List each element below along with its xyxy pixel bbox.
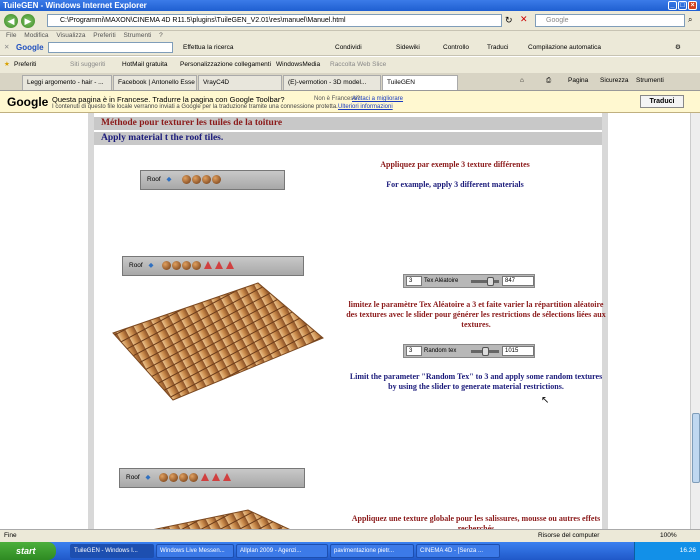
system-tray: 16.26	[634, 542, 700, 560]
tex-slider-knob[interactable]	[487, 277, 494, 286]
tex-count-field[interactable]: 3	[406, 276, 422, 286]
search-button[interactable]: Effettua la ricerca	[183, 40, 233, 56]
menu-file[interactable]: File	[6, 32, 16, 39]
menu-strumenti[interactable]: Strumenti	[124, 32, 152, 39]
task-allplan[interactable]: Allplan 2009 - Agenzi...	[236, 544, 328, 558]
check-button[interactable]: Controllo	[443, 40, 469, 56]
google-toolbar: ✕ Google Effettua la ricerca Condividi S…	[0, 40, 700, 56]
star-icon[interactable]: ★	[4, 57, 10, 73]
status-bar: Fine Risorse del computer 100%	[0, 529, 700, 542]
refresh-icon[interactable]: ↻	[505, 15, 513, 26]
left-frame	[88, 113, 94, 529]
menu-modifica[interactable]: Modifica	[24, 32, 48, 39]
menu-help[interactable]: ?	[159, 32, 163, 39]
home-icon[interactable]: ⌂	[520, 77, 524, 84]
title-bar: TuileGEN - Windows Internet Explorer _ □…	[0, 0, 700, 11]
menu-preferiti[interactable]: Preferiti	[93, 32, 115, 39]
address-url: C:\Programmi\MAXON\CINEMA 4D R11.5\plugi…	[60, 17, 346, 24]
task-pavimentazione[interactable]: pavimentazione pietr...	[330, 544, 414, 558]
zoom-level[interactable]: 100%	[660, 530, 677, 542]
fav-hotmail[interactable]: HotMail gratuita	[122, 57, 168, 73]
fav-windowsmedia[interactable]: WindowsMedia	[276, 57, 320, 73]
fav-webslice[interactable]: Raccolta Web Slice	[330, 57, 386, 73]
translate-button[interactable]: Traduci	[640, 95, 684, 108]
heading-english: Apply material t the roof tiles.	[94, 132, 602, 145]
window-title: TuileGEN - Windows Internet Explorer	[3, 1, 147, 10]
task-tuilegen[interactable]: TuileGEN - Windows I...	[70, 544, 154, 558]
task-messenger[interactable]: Windows Live Messen...	[156, 544, 234, 558]
close-icon[interactable]: ×	[688, 1, 697, 10]
tab-bar: Leggi argomento - hair - ... Facebook | …	[0, 73, 700, 91]
sidewiki-button[interactable]: Sidewiki	[396, 40, 420, 56]
back-icon[interactable]: ◀	[4, 14, 18, 28]
google-logo-translate: Google	[7, 95, 49, 109]
page-content: Méthode pour texturer les tuiles de la t…	[0, 113, 690, 529]
fav-suggested[interactable]: Siti suggeriti	[70, 57, 105, 73]
favorites-bar: ★ Preferiti Siti suggeriti HotMail gratu…	[0, 57, 700, 73]
tab-evermotion[interactable]: (E)-vermotion - 3D model...	[283, 75, 381, 90]
random-tex-label: Random tex	[424, 348, 457, 354]
translate-question: Questa pagina è in Francese. Tradurre la…	[52, 95, 285, 104]
tex-slider-track[interactable]	[471, 280, 499, 283]
page-menu[interactable]: Pagina	[568, 77, 588, 84]
help-improve-link[interactable]: Aiutaci a migliorare	[352, 96, 403, 102]
para2-french: limitez le paramètre Tex Aléatoire a 3 e…	[346, 300, 606, 329]
random-tex-control: 3 Random tex 1015	[403, 344, 535, 358]
favorites-button[interactable]: Preferiti	[14, 57, 36, 73]
c4d-material-bar-3: Roof ◆	[119, 468, 305, 488]
tex-aleatoire-label: Tex Aléatoire	[424, 278, 459, 284]
c4d-material-bar-2: Roof ◆	[122, 256, 304, 276]
toolbar-close-icon[interactable]: ✕	[4, 40, 9, 56]
address-bar[interactable]: C:\Programmi\MAXON\CINEMA 4D R11.5\plugi…	[47, 14, 502, 27]
roof-tiles-image	[112, 282, 324, 401]
google-logo: Google	[16, 43, 44, 52]
wrench-icon[interactable]: ⚙	[675, 40, 681, 56]
zone-text: Risorse del computer	[538, 532, 600, 539]
tex-aleatoire-control: 3 Tex Aléatoire 847	[403, 274, 535, 288]
translate-bar: Google Questa pagina è in Francese. Trad…	[0, 91, 700, 113]
para3-french: Appliquez une texture globale pour les s…	[351, 514, 601, 529]
autofill-button[interactable]: Compilazione automatica	[528, 40, 601, 56]
stop-icon[interactable]: ✕	[520, 14, 528, 25]
fav-personalize[interactable]: Personalizzazione collegamenti	[180, 57, 271, 73]
tab-facebook[interactable]: Facebook | Antonello Esse	[113, 75, 197, 90]
security-menu[interactable]: Sicurezza	[600, 77, 629, 84]
maximize-icon[interactable]: □	[678, 1, 687, 10]
google-search-input[interactable]	[48, 42, 173, 53]
para2-english: Limit the parameter "Random Tex" to 3 an…	[349, 372, 603, 391]
start-button[interactable]: start	[0, 542, 56, 560]
address-row: ◀ ▶ C:\Programmi\MAXON\CINEMA 4D R11.5\p…	[0, 11, 700, 31]
roof-tiles-image-2	[153, 509, 290, 529]
status-text: Fine	[4, 532, 17, 539]
print-icon[interactable]: ⎙	[546, 77, 551, 85]
random-slider-knob[interactable]	[482, 347, 489, 356]
tab-hair[interactable]: Leggi argomento - hair - ...	[22, 75, 112, 90]
clock: 16.26	[679, 547, 696, 554]
more-info-link[interactable]: Ulteriori informazioni	[338, 104, 393, 110]
c4d-material-bar-1: Roof ◆	[140, 170, 285, 190]
task-cinema4d[interactable]: CINEMA 4D - [Senza ...	[416, 544, 500, 558]
heading-french: Méthode pour texturer les tuiles de la t…	[94, 117, 602, 130]
menu-bar: File Modifica Visualizza Preferiti Strum…	[0, 31, 700, 40]
para1-french: Appliquez par exemple 3 texture différen…	[380, 160, 530, 169]
tex-aleatoire-value[interactable]: 847	[502, 276, 534, 286]
para1-english: For example, apply 3 different materials	[386, 180, 524, 189]
translate-toolbar-button[interactable]: Traduci	[487, 40, 508, 56]
minimize-icon[interactable]: _	[668, 1, 677, 10]
tab-vrayc4d[interactable]: VrayC4D	[198, 75, 282, 90]
forward-icon[interactable]: ▶	[21, 14, 35, 28]
search-input[interactable]: Google	[535, 14, 685, 27]
scroll-thumb[interactable]	[692, 413, 700, 483]
taskbar: start TuileGEN - Windows I... Windows Li…	[0, 542, 700, 560]
random-count-field[interactable]: 3	[406, 346, 422, 356]
search-icon[interactable]: ⌕	[688, 15, 692, 25]
tools-menu[interactable]: Strumenti	[636, 77, 664, 84]
tab-tuilegen[interactable]: TuileGEN	[382, 75, 458, 90]
translate-note: I contenuti di questo file locale verran…	[52, 104, 338, 110]
vertical-scrollbar[interactable]	[690, 113, 700, 529]
cursor-icon: ↖	[541, 395, 550, 406]
share-button[interactable]: Condividi	[335, 40, 362, 56]
random-tex-value[interactable]: 1015	[502, 346, 534, 356]
menu-visualizza[interactable]: Visualizza	[56, 32, 85, 39]
